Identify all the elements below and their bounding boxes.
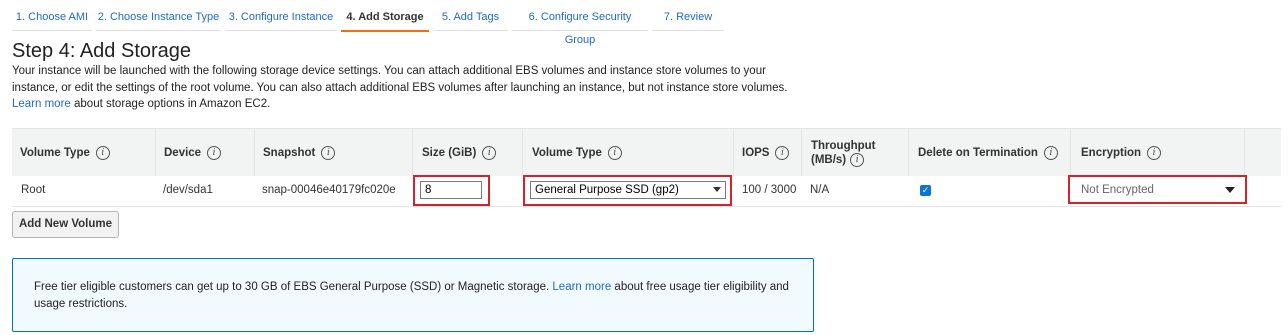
header-volume-type: Volume Type i: [12, 129, 156, 177]
tab-add-tags[interactable]: 5. Add Tags: [433, 6, 508, 31]
cell-iops: 100 / 3000: [742, 184, 797, 196]
tab-add-storage[interactable]: 4. Add Storage: [341, 6, 429, 32]
header-label: Throughput (MB/s) i: [811, 139, 876, 167]
info-icon[interactable]: i: [775, 146, 790, 160]
header-label: Delete on Termination: [918, 147, 1038, 159]
cell-volume-type: Root: [21, 184, 46, 196]
notice-text: Free tier eligible customers can get up …: [34, 279, 794, 312]
storage-table-header: Volume Type i Device i Snapshot i Size (GiB…: [12, 128, 1281, 178]
delete-on-termination-checkbox[interactable]: ✓: [920, 185, 931, 196]
description-text-end: about storage options in Amazon EC2.: [74, 98, 271, 110]
page-title: Step 4: Add Storage: [12, 40, 192, 62]
header-label: Size (GiB): [422, 147, 477, 159]
tab-configure-security-group[interactable]: 6. Configure Security Group: [512, 6, 648, 46]
cell-throughput: N/A: [810, 184, 830, 196]
info-icon[interactable]: i: [207, 146, 222, 160]
tab-choose-instance-type[interactable]: 2. Choose Instance Type: [96, 6, 221, 31]
header-label: Encryption: [1081, 147, 1142, 159]
cell-snapshot: snap-00046e40179fc020e: [262, 184, 396, 196]
volume-type-value: General Purpose SSD (gp2): [535, 184, 679, 196]
info-icon[interactable]: i: [95, 146, 110, 160]
header-size: Size (GiB) i: [413, 129, 523, 177]
info-icon[interactable]: i: [482, 146, 497, 160]
encryption-value: Not Encrypted: [1081, 184, 1154, 196]
header-label-line2: (MB/s): [811, 154, 847, 167]
header-device: Device i: [156, 129, 255, 177]
description-text: Your instance will be launched with the …: [12, 65, 788, 94]
header-label: Snapshot: [263, 147, 316, 159]
header-label: IOPS: [742, 147, 770, 159]
cell-device: /dev/sda1: [163, 184, 213, 196]
header-delete-on-termination: Delete on Termination i: [909, 129, 1071, 177]
chevron-down-icon: [713, 187, 721, 192]
info-icon[interactable]: i: [1147, 146, 1162, 160]
header-encryption: Encryption i: [1071, 129, 1245, 177]
learn-more-link[interactable]: Learn more: [12, 98, 71, 110]
header-label: Volume Type: [20, 147, 90, 159]
add-new-volume-button[interactable]: Add New Volume: [12, 211, 119, 238]
free-tier-notice: Free tier eligible customers can get up …: [12, 258, 814, 332]
tab-configure-instance[interactable]: 3. Configure Instance: [225, 6, 337, 31]
tab-review[interactable]: 7. Review: [652, 6, 724, 31]
chevron-down-icon: [1225, 187, 1235, 193]
header-snapshot: Snapshot i: [255, 129, 413, 177]
size-input[interactable]: 8: [420, 181, 482, 199]
volume-type-select[interactable]: General Purpose SSD (gp2): [530, 181, 726, 199]
header-label: Volume Type: [532, 147, 602, 159]
notice-text-start: Free tier eligible customers can get up …: [34, 281, 550, 293]
info-icon[interactable]: i: [850, 152, 865, 167]
info-icon[interactable]: i: [321, 146, 336, 160]
header-iops: IOPS i: [734, 129, 802, 177]
encryption-select[interactable]: Not Encrypted: [1073, 179, 1244, 201]
header-label-line1: Throughput: [811, 139, 876, 152]
notice-learn-more-link[interactable]: Learn more: [552, 281, 611, 293]
page-description: Your instance will be launched with the …: [12, 63, 812, 113]
header-label: Device: [164, 147, 202, 159]
info-icon[interactable]: i: [1043, 146, 1058, 160]
tab-choose-ami[interactable]: 1. Choose AMI: [12, 6, 92, 31]
header-volume-type-select: Volume Type i: [523, 129, 734, 177]
info-icon[interactable]: i: [607, 146, 622, 160]
header-throughput: Throughput (MB/s) i: [802, 129, 909, 177]
